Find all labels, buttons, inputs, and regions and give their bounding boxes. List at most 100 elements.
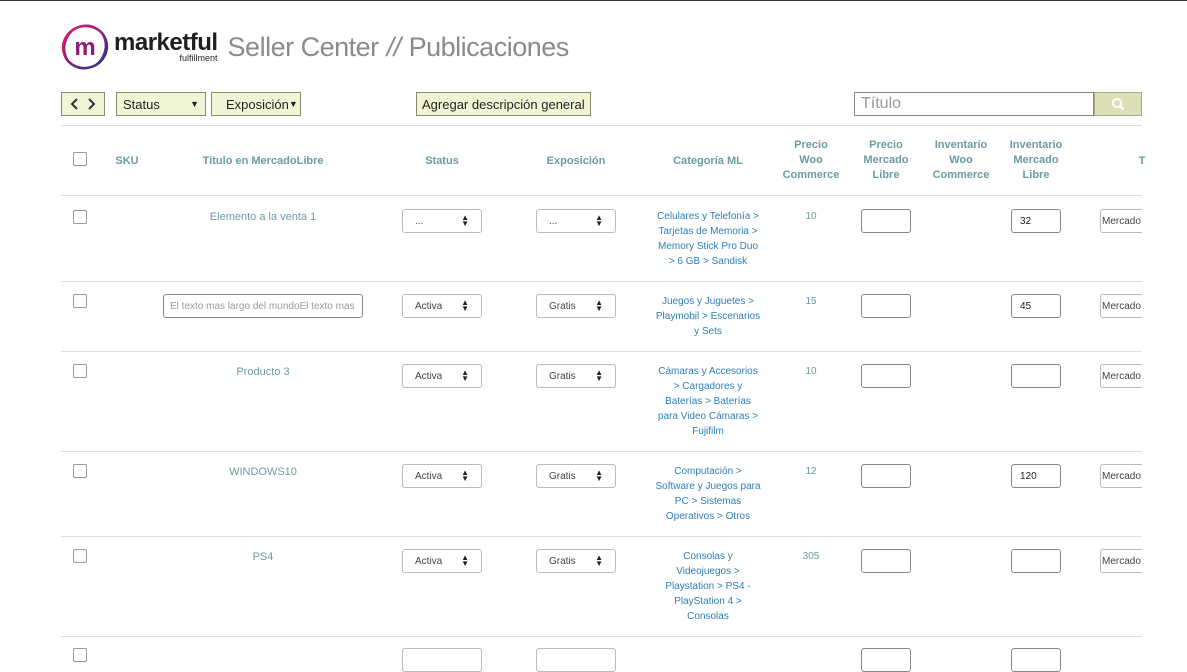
page-header: m marketful fulfillment Seller Center//P…	[60, 19, 569, 75]
row-status-select[interactable]: Activa ▲ ▼	[402, 549, 482, 573]
category-line: > Cargadores y	[673, 381, 743, 392]
row-checkbox[interactable]	[73, 364, 87, 378]
row-inventory-ml-input[interactable]	[1011, 364, 1061, 388]
row-price-woo: 305	[802, 551, 820, 562]
row-title: Elemento a la venta 1	[209, 211, 317, 223]
header-status[interactable]: Status	[402, 154, 482, 169]
updown-icon: ▲ ▼	[461, 468, 469, 483]
category-line: PlayStation 4 >	[674, 596, 742, 607]
category-line: Juegos y Juguetes >	[661, 296, 754, 307]
row-checkbox[interactable]	[73, 464, 87, 478]
row-exposicion-select[interactable]: Gratis ▲ ▼	[536, 549, 616, 573]
row-tipo-select[interactable]: Mercado	[1100, 294, 1142, 318]
row-price-ml-input[interactable]	[861, 464, 911, 488]
category-line: Fujifilm	[692, 426, 724, 437]
add-description-button[interactable]: Agregar descripción general	[416, 92, 591, 116]
exposicion-filter-select[interactable]: Exposición ▼	[211, 92, 301, 116]
row-price-ml-input[interactable]	[861, 549, 911, 573]
row-exposicion-select[interactable]	[536, 648, 616, 672]
row-category-link[interactable]: Celulares y Telefonía > Tarjetas de Memo…	[655, 209, 761, 269]
header-inv-ml[interactable]: Inventario Mercado Libre	[1001, 138, 1071, 183]
header-text: Inventario	[1009, 139, 1063, 151]
row-status-value: Activa	[415, 470, 443, 482]
header-categoria[interactable]: Categoría ML	[655, 154, 761, 169]
category-line: y Sets	[694, 326, 722, 337]
category-line: Computación >	[674, 466, 742, 477]
row-price-ml-input[interactable]	[861, 364, 911, 388]
header-text: Commerce	[932, 169, 990, 181]
table-row: PS4 Activa ▲ ▼ Gratis ▲ ▼ Consolas y Videoju…	[0, 537, 1187, 636]
row-status-value: Activa	[415, 555, 443, 567]
row-title: PS4	[252, 551, 274, 563]
row-category-link[interactable]: Juegos y Juguetes > Playmobil > Escenari…	[655, 294, 761, 339]
row-price-ml-input[interactable]	[861, 294, 911, 318]
marketful-logo[interactable]: m marketful fulfillment	[60, 22, 218, 72]
row-inventory-ml-input[interactable]: 32	[1011, 209, 1061, 233]
header-inv-woo[interactable]: Inventario Woo Commerce	[926, 138, 996, 183]
row-exposicion-select[interactable]: Gratis ▲ ▼	[536, 294, 616, 318]
row-tipo-select[interactable]: Mercado	[1100, 364, 1142, 388]
header-text: Libre	[872, 169, 900, 181]
page-title: Seller Center//Publicaciones	[228, 31, 570, 63]
row-checkbox[interactable]	[73, 294, 87, 308]
row-inventory-ml-input[interactable]	[1011, 648, 1061, 672]
row-tipo-select[interactable]: Mercado	[1100, 209, 1142, 233]
category-line: Videojuegos >	[676, 566, 740, 577]
row-checkbox[interactable]	[73, 648, 87, 662]
row-checkbox[interactable]	[73, 210, 87, 224]
updown-icon: ▲ ▼	[461, 368, 469, 383]
row-price-ml-input[interactable]	[861, 209, 911, 233]
row-status-select[interactable]: ... ▲ ▼	[402, 209, 482, 233]
category-line: para Video Cámaras >	[657, 411, 759, 422]
row-title-input[interactable]: El texto mas largo del mundoEl texto mas	[163, 294, 363, 318]
header-titulo[interactable]: Título en MercadoLibre	[163, 154, 363, 169]
category-line: Cámaras y Accesorios	[658, 366, 758, 377]
table-row	[0, 637, 1187, 672]
row-category-link[interactable]: Computación > Software y Juegos para PC …	[655, 464, 761, 524]
updown-icon: ▲ ▼	[595, 553, 603, 568]
row-status-select[interactable]	[402, 648, 482, 672]
row-inventory-ml-input[interactable]	[1011, 549, 1061, 573]
row-price-ml-input[interactable]	[861, 648, 911, 672]
row-tipo-select[interactable]: Mercado	[1100, 464, 1142, 488]
category-line: Playstation > PS4 -	[665, 581, 751, 592]
row-exposicion-select[interactable]: Gratis ▲ ▼	[536, 364, 616, 388]
header-text: Mercado	[863, 154, 909, 166]
header-exposicion[interactable]: Exposición	[536, 154, 616, 169]
row-category-link[interactable]: Cámaras y Accesorios > Cargadores y Bate…	[655, 364, 761, 439]
status-filter-select[interactable]: Status ▼	[116, 92, 206, 116]
header-text: Commerce	[782, 169, 840, 181]
header-precio-ml[interactable]: Precio Mercado Libre	[851, 138, 921, 183]
row-status-value: Activa	[415, 370, 443, 382]
updown-icon: ▲ ▼	[461, 213, 469, 228]
updown-icon: ▲ ▼	[595, 213, 603, 228]
header-text: Inventario	[934, 139, 988, 151]
category-line: Software y Juegos para	[655, 481, 761, 492]
row-tipo-select[interactable]: Mercado	[1100, 549, 1142, 573]
header-tipo[interactable]: T	[1136, 154, 1148, 169]
row-inventory-ml-input[interactable]: 120	[1011, 464, 1061, 488]
row-status-select[interactable]: Activa ▲ ▼	[402, 364, 482, 388]
table-row: Producto 3 Activa ▲ ▼ Gratis ▲ ▼ Cámaras y A…	[0, 352, 1187, 451]
row-checkbox[interactable]	[73, 549, 87, 563]
header-precio-woo[interactable]: Precio Woo Commerce	[776, 138, 846, 183]
row-price-woo: 12	[805, 466, 817, 477]
row-price-woo: 10	[805, 211, 817, 222]
row-status-select[interactable]: Activa ▲ ▼	[402, 294, 482, 318]
select-all-checkbox[interactable]	[73, 152, 87, 166]
row-exposicion-select[interactable]: Gratis ▲ ▼	[536, 464, 616, 488]
row-category-link[interactable]: Consolas y Videojuegos > Playstation > P…	[655, 549, 761, 624]
search-button[interactable]	[1094, 92, 1142, 116]
header-text: Mercado	[1013, 154, 1059, 166]
section-title: Publicaciones	[408, 31, 570, 62]
row-status-select[interactable]: Activa ▲ ▼	[402, 464, 482, 488]
header-sku[interactable]: SKU	[112, 154, 142, 169]
search-input[interactable]: Título	[854, 92, 1094, 116]
row-inventory-ml-input[interactable]: 45	[1011, 294, 1061, 318]
row-status-value: ...	[415, 215, 424, 227]
svg-text:m: m	[74, 34, 95, 61]
row-exposicion-select[interactable]: ... ▲ ▼	[536, 209, 616, 233]
header-text: Woo	[799, 154, 823, 166]
toggle-view-button[interactable]	[61, 92, 105, 116]
table-row: Elemento a la venta 1 ... ▲ ▼ ... ▲ ▼ Celula…	[0, 196, 1187, 281]
